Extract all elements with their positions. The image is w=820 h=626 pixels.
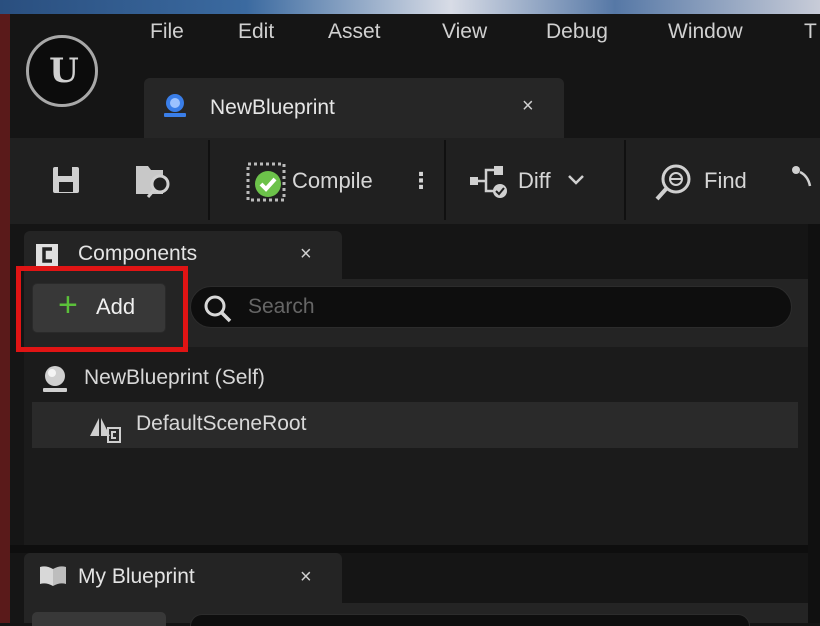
my-blueprint-search-box[interactable] bbox=[190, 614, 750, 626]
document-tab-label: NewBlueprint bbox=[210, 96, 335, 119]
components-tab-close-button[interactable]: × bbox=[300, 243, 312, 266]
components-icon bbox=[36, 244, 58, 266]
compile-options-button[interactable]: ⋮ bbox=[410, 168, 432, 194]
scene-root-icon bbox=[90, 416, 121, 443]
chevron-down-icon[interactable] bbox=[566, 173, 586, 187]
toolbar-separator bbox=[444, 140, 446, 220]
menu-tools[interactable]: T bbox=[804, 20, 817, 44]
search-icon bbox=[204, 295, 232, 323]
actor-sphere-icon bbox=[43, 366, 67, 392]
compile-button[interactable]: Compile bbox=[292, 168, 373, 194]
menu-debug[interactable]: Debug bbox=[546, 20, 608, 44]
window-right-edge bbox=[808, 224, 820, 623]
my-blueprint-add-button[interactable] bbox=[32, 612, 166, 626]
find-icon[interactable] bbox=[654, 162, 694, 202]
book-icon bbox=[40, 566, 66, 586]
tree-item-default-scene-root[interactable]: DefaultSceneRoot bbox=[136, 412, 306, 436]
blueprint-icon bbox=[164, 94, 186, 117]
diff-button[interactable]: Diff bbox=[518, 168, 551, 194]
menu-asset[interactable]: Asset bbox=[328, 20, 381, 44]
more-tools-icon[interactable] bbox=[790, 164, 820, 196]
my-blueprint-tab-label: My Blueprint bbox=[78, 565, 195, 588]
compile-icon[interactable] bbox=[246, 162, 286, 202]
menu-window[interactable]: Window bbox=[668, 20, 743, 44]
menu-file[interactable]: File bbox=[150, 20, 184, 44]
browse-icon[interactable] bbox=[134, 160, 176, 200]
highlight-box bbox=[16, 266, 188, 352]
menu-view[interactable]: View bbox=[442, 20, 487, 44]
unreal-logo-icon[interactable]: U bbox=[26, 35, 98, 107]
my-blueprint-tab-close-button[interactable]: × bbox=[300, 566, 312, 589]
find-button[interactable]: Find bbox=[704, 168, 747, 194]
toolbar-separator bbox=[624, 140, 626, 220]
components-tab-label: Components bbox=[78, 242, 198, 265]
menu-edit[interactable]: Edit bbox=[238, 20, 274, 44]
save-icon[interactable] bbox=[50, 164, 82, 196]
document-tab[interactable] bbox=[144, 78, 564, 138]
component-search-input[interactable] bbox=[248, 292, 768, 322]
diff-icon[interactable] bbox=[470, 164, 510, 198]
document-tab-close-button[interactable]: × bbox=[522, 95, 534, 118]
tree-item-self[interactable]: NewBlueprint (Self) bbox=[84, 366, 265, 390]
window-left-edge bbox=[0, 14, 10, 623]
desktop-background-strip bbox=[0, 0, 820, 14]
panel-divider[interactable] bbox=[10, 545, 820, 553]
toolbar-separator bbox=[208, 140, 210, 220]
